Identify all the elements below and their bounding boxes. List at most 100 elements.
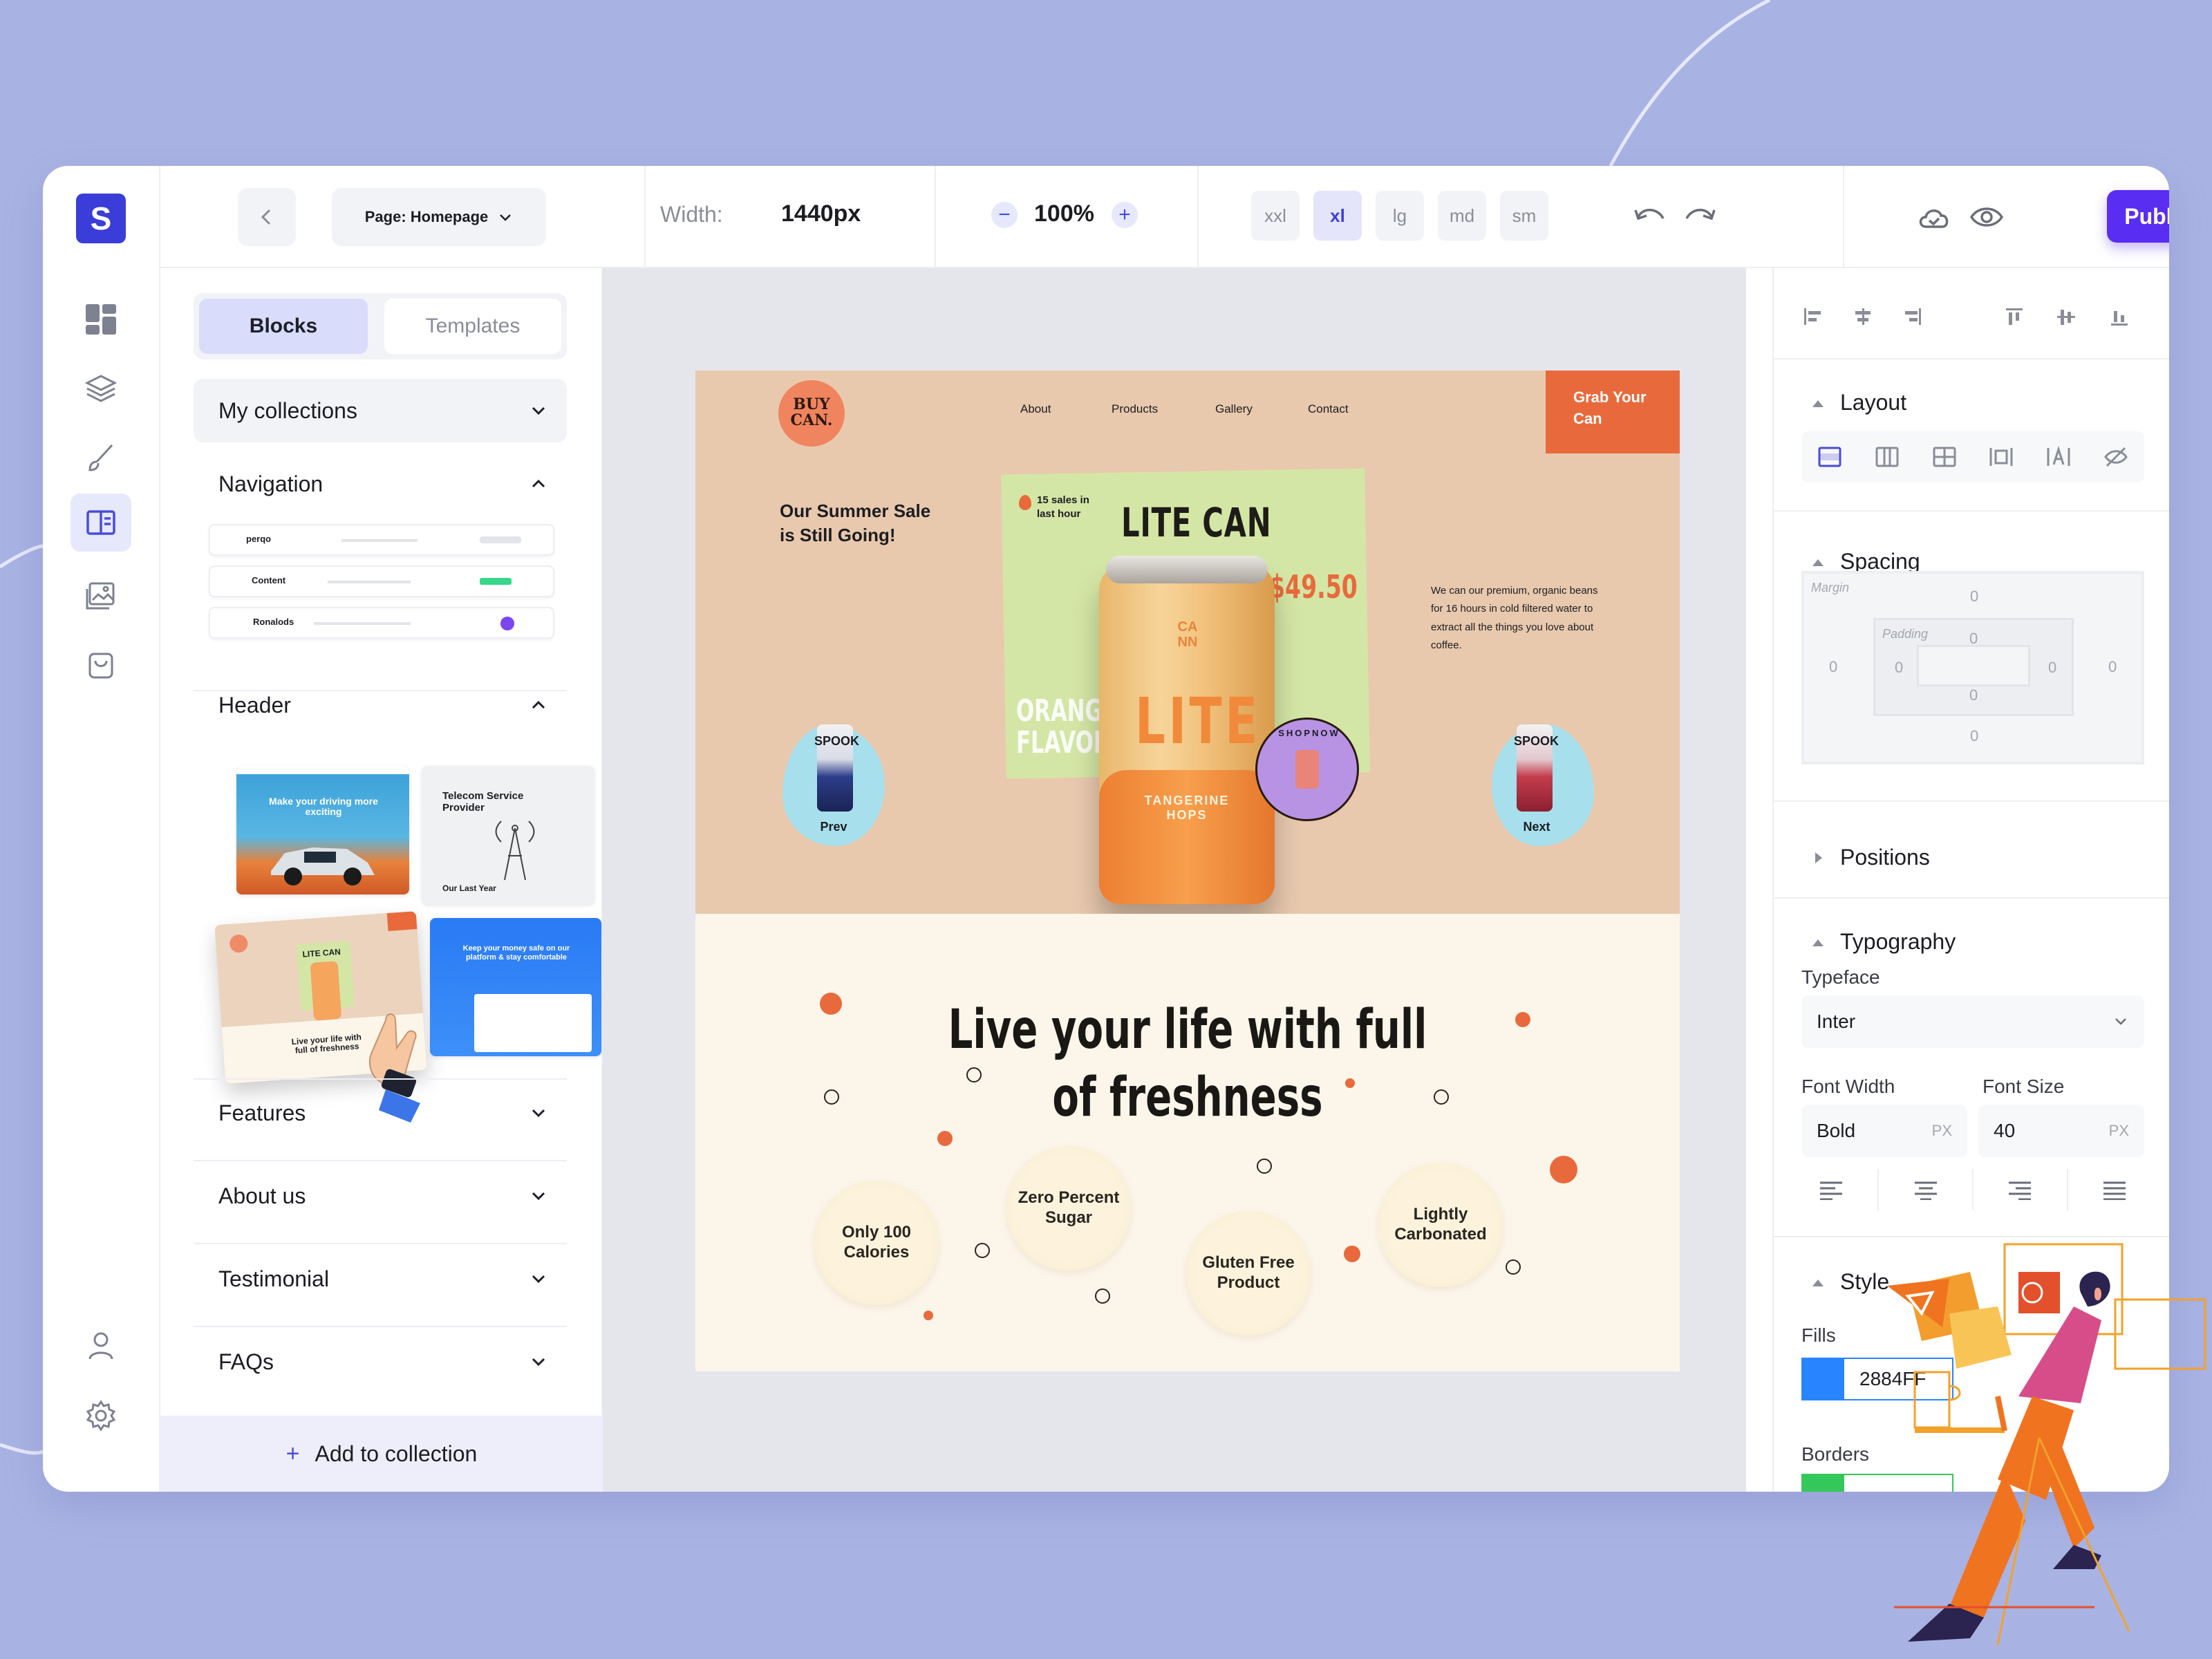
padding-left[interactable]: 0 <box>1895 659 1903 677</box>
grab-can-button[interactable]: Grab Your Can <box>1546 371 1680 453</box>
font-width-value: Bold <box>1817 1120 1856 1141</box>
publish-button[interactable]: Publish <box>2107 190 2169 243</box>
positions-section-header[interactable]: Positions <box>1811 845 1930 870</box>
preview-eye-icon[interactable] <box>1969 202 2005 236</box>
divider <box>935 166 936 268</box>
my-collections-dropdown[interactable]: My collections <box>194 379 567 442</box>
dashboard-icon[interactable] <box>71 290 131 348</box>
caret-right-icon <box>1815 852 1822 863</box>
align-left-icon[interactable] <box>1819 1179 1844 1200</box>
layout-section-header[interactable]: Layout <box>1811 390 1906 415</box>
typeface-value: Inter <box>1817 1011 1856 1032</box>
breakpoint-md[interactable]: md <box>1438 191 1486 241</box>
can-text: LITE <box>1135 684 1261 758</box>
divider <box>194 1326 567 1327</box>
breakpoint-xl[interactable]: xl <box>1313 191 1362 241</box>
page-name: Homepage <box>410 208 489 225</box>
site-nav-contact[interactable]: Contact <box>1308 402 1349 416</box>
tab-templates[interactable]: Templates <box>384 299 561 354</box>
header-block-thumb[interactable]: Make your driving more exciting <box>236 766 409 894</box>
product-can: CA NN LITE TANGERINE HOPS <box>1099 556 1275 904</box>
decor-dot <box>1344 1246 1360 1262</box>
align-center-icon[interactable] <box>1913 1179 1938 1200</box>
chevron-down-icon <box>532 1192 545 1201</box>
site-nav-about[interactable]: About <box>1020 402 1051 416</box>
fill-swatch[interactable] <box>1803 1359 1844 1399</box>
decor-dot <box>1434 1089 1449 1105</box>
layout-grid-icon[interactable] <box>1931 444 1958 470</box>
breakpoint-sm[interactable]: sm <box>1500 191 1548 241</box>
section-header[interactable]: Header <box>194 684 567 726</box>
margin-bottom[interactable]: 0 <box>1970 727 1978 745</box>
section-testimonial[interactable]: Testimonial <box>194 1258 567 1300</box>
nav-block-thumb[interactable]: perqo <box>209 524 554 556</box>
back-button[interactable] <box>238 188 296 246</box>
border-swatch[interactable] <box>1803 1475 1844 1492</box>
chevron-down-icon <box>2115 1018 2126 1025</box>
site-logo[interactable]: BUY CAN. <box>778 380 845 447</box>
hidden-icon[interactable] <box>2103 444 2129 470</box>
image-icon[interactable] <box>71 567 131 625</box>
layout-inline-icon[interactable] <box>1988 444 2014 470</box>
site-preview[interactable]: BUY CAN. About Products Gallery Contact … <box>695 371 1680 1371</box>
section-features[interactable]: Features <box>194 1092 567 1134</box>
zoom-in-button[interactable]: + <box>1112 202 1138 228</box>
typography-section-header[interactable]: Typography <box>1811 929 1956 955</box>
caret-up-icon <box>1812 1279 1824 1286</box>
layout-columns-icon[interactable] <box>1874 444 1900 470</box>
alignment-toolbar[interactable] <box>1801 303 2147 330</box>
settings-icon[interactable] <box>71 1387 131 1445</box>
page-selector[interactable]: Page: Homepage <box>332 188 546 246</box>
bag-icon[interactable] <box>71 636 131 694</box>
undo-icon[interactable] <box>1633 200 1667 234</box>
tab-blocks[interactable]: Blocks <box>199 299 368 354</box>
padding-label: Padding <box>1882 627 1929 641</box>
divider <box>1843 166 1844 268</box>
decor-dot <box>1506 1259 1521 1275</box>
thumb-text: perqo <box>246 534 272 544</box>
section-navigation[interactable]: Navigation <box>194 463 567 505</box>
section-faqs[interactable]: FAQs <box>194 1341 567 1382</box>
padding-right[interactable]: 0 <box>2048 659 2056 677</box>
next-button[interactable]: SPOOK Next <box>1492 724 1594 846</box>
header-block-thumb[interactable]: Telecom Service Provider Our Last Year <box>422 766 594 904</box>
site-nav-products[interactable]: Products <box>1112 402 1158 416</box>
layout-text-icon[interactable] <box>2045 444 2072 470</box>
redo-icon[interactable] <box>1683 200 1717 234</box>
padding-bottom[interactable]: 0 <box>1969 686 1978 704</box>
blocks-icon[interactable] <box>71 494 131 552</box>
nav-block-thumb[interactable]: Ronalods <box>209 607 554 639</box>
typeface-select[interactable]: Inter <box>1801 995 2144 1048</box>
panel-tabs: Blocks Templates <box>194 293 567 359</box>
decor-dot <box>1095 1288 1110 1304</box>
shop-now-stamp[interactable]: SHOPNOW <box>1255 718 1359 821</box>
headline-line-1: Live your life with full <box>948 999 1427 1061</box>
site-nav-gallery[interactable]: Gallery <box>1215 402 1253 416</box>
align-right-icon[interactable] <box>2007 1179 2032 1200</box>
app-logo[interactable]: S <box>76 194 126 243</box>
layout-block-icon[interactable] <box>1817 444 1843 470</box>
margin-label: Margin <box>1811 581 1850 594</box>
decor-dot <box>820 993 842 1015</box>
zoom-out-button[interactable]: − <box>991 202 1018 228</box>
sales-badge: 15 sales in last hour <box>1037 494 1089 520</box>
margin-left[interactable]: 0 <box>1829 658 1837 676</box>
nav-block-thumb[interactable]: Content <box>209 565 554 597</box>
margin-top[interactable]: 0 <box>1970 588 1978 606</box>
layers-icon[interactable] <box>71 359 131 418</box>
font-size-input[interactable]: 40 PX <box>1978 1105 2144 1157</box>
breakpoint-xxl[interactable]: xxl <box>1251 191 1300 241</box>
chevron-up-icon <box>532 700 545 709</box>
margin-right[interactable]: 0 <box>2108 658 2117 676</box>
design-canvas: BUY CAN. About Products Gallery Contact … <box>603 268 1746 1492</box>
breakpoint-lg[interactable]: lg <box>1376 191 1424 241</box>
brush-icon[interactable] <box>71 429 131 487</box>
cloud-saved-icon[interactable] <box>1916 202 1952 236</box>
align-justify-icon[interactable] <box>2102 1179 2127 1200</box>
add-to-collection-button[interactable]: + Add to collection <box>160 1416 603 1492</box>
prev-button[interactable]: SPOOK Prev <box>782 724 885 846</box>
width-value[interactable]: 1440px <box>781 200 861 227</box>
section-about-us[interactable]: About us <box>194 1175 567 1217</box>
font-width-input[interactable]: Bold PX <box>1801 1105 1967 1157</box>
user-icon[interactable] <box>71 1316 131 1374</box>
